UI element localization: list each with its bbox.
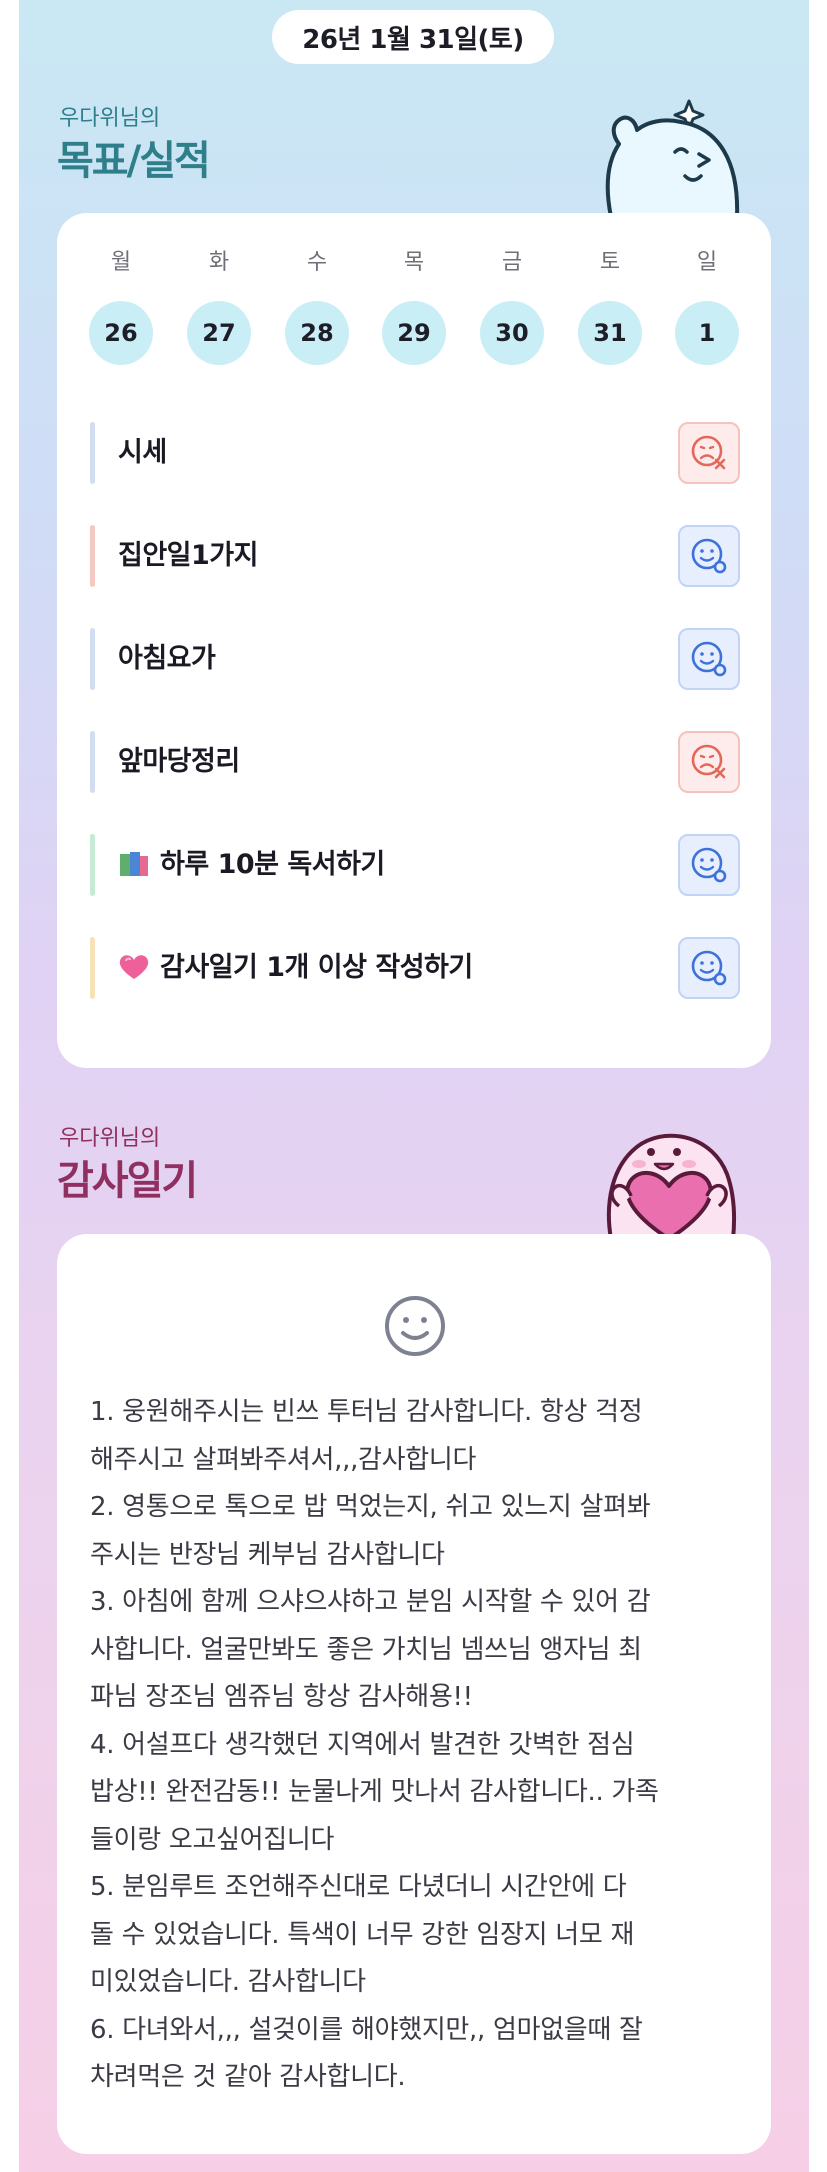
fail-status-icon[interactable] bbox=[678, 731, 740, 793]
day-thu[interactable]: 목 29 bbox=[382, 245, 446, 365]
day-date: 30 bbox=[480, 301, 544, 365]
day-mon[interactable]: 월 26 bbox=[89, 245, 153, 365]
day-label: 목 bbox=[403, 250, 425, 275]
day-date: 29 bbox=[382, 301, 446, 365]
diary-line: 차려먹은 것 같아 감사합니다. bbox=[90, 2062, 406, 2092]
success-status-icon[interactable] bbox=[678, 628, 740, 690]
success-status-icon[interactable] bbox=[678, 525, 740, 587]
goal-label-wrap: 감사일기 1개 이상 작성하기 bbox=[118, 937, 473, 999]
diary-line: 해주시고 살펴봐주셔서,,,감사합니다 bbox=[90, 1444, 477, 1475]
goal-accent-bar bbox=[90, 937, 95, 999]
mascot-heart-icon bbox=[606, 1133, 737, 1239]
goals-title: 목표/실적 bbox=[57, 138, 211, 184]
goal-row[interactable]: 하루 10분 독서하기 bbox=[90, 834, 740, 896]
day-date: 31 bbox=[578, 301, 642, 365]
goal-label: 감사일기 1개 이상 작성하기 bbox=[160, 952, 473, 983]
diary-line: 주시는 반장님 케부님 감사합니다 bbox=[90, 1539, 445, 1570]
day-fri[interactable]: 금 30 bbox=[480, 245, 544, 365]
goal-label: 하루 10분 독서하기 bbox=[160, 849, 385, 880]
day-tue[interactable]: 화 27 bbox=[187, 245, 251, 365]
gratitude-diary-card: 1. 웅원해주시는 빈쓰 투터님 감사합니다. 항상 걱정 해주시고 살펴봐주셔… bbox=[57, 1234, 771, 2154]
day-label: 화 bbox=[208, 250, 230, 275]
goal-accent-bar bbox=[90, 834, 95, 896]
heart-icon bbox=[119, 954, 149, 979]
day-date: 28 bbox=[285, 301, 349, 365]
goal-label: 시세 bbox=[118, 437, 167, 468]
day-sat[interactable]: 토 31 bbox=[578, 245, 642, 365]
day-date: 26 bbox=[89, 301, 153, 365]
goal-label: 집안일1가지 bbox=[118, 540, 259, 571]
diary-line: 2. 영통으로 톡으로 밥 먹었는지, 쉬고 있느지 살펴봐 bbox=[90, 1492, 651, 1522]
week-calendar: 월 26 화 27 수 28 목 29 금 30 토 31 일 1 bbox=[57, 245, 771, 365]
diary-text: 1. 웅원해주시는 빈쓰 투터님 감사합니다. 항상 걱정 해주시고 살펴봐주셔… bbox=[90, 1389, 745, 2102]
date-header[interactable]: 26년 1월 31일(토) bbox=[272, 10, 554, 64]
diary-line: 5. 분임루트 조언해주신대로 다녔더니 시간안에 다 bbox=[90, 1872, 627, 1902]
day-date: 27 bbox=[187, 301, 251, 365]
diary-line: 3. 아침에 함께 으샤으샤하고 분임 시작할 수 있어 감 bbox=[90, 1587, 651, 1617]
goal-label-wrap: 하루 10분 독서하기 bbox=[118, 834, 385, 896]
diary-line: 밥상!! 완전감동!! 눈물나게 맛나서 감사합니다.. 가족 bbox=[90, 1777, 659, 1807]
diary-line: 돌 수 있었습니다. 특색이 너무 강한 임장지 너모 재 bbox=[90, 1919, 635, 1950]
goal-accent-bar bbox=[90, 422, 95, 484]
goal-label: 앞마당정리 bbox=[118, 746, 240, 777]
goal-row[interactable]: 집안일1가지 bbox=[90, 525, 740, 587]
goal-accent-bar bbox=[90, 628, 95, 690]
goal-accent-bar bbox=[90, 525, 95, 587]
goal-row[interactable]: 앞마당정리 bbox=[90, 731, 740, 793]
diary-line: 파님 장조님 엠쥬님 항상 감사해용!! bbox=[90, 1682, 473, 1712]
goal-row[interactable]: 감사일기 1개 이상 작성하기 bbox=[90, 937, 740, 999]
goal-row[interactable]: 아침요가 bbox=[90, 628, 740, 690]
diary-line: 사합니다. 얼굴만봐도 좋은 가치님 넴쓰님 앵자님 최 bbox=[90, 1634, 642, 1665]
goals-card: 월 26 화 27 수 28 목 29 금 30 토 31 일 1 시세 집안일… bbox=[57, 213, 771, 1068]
app-page: 26년 1월 31일(토) 우다위님의 목표/실적 월 26 화 27 수 28 bbox=[19, 0, 809, 2172]
day-sun[interactable]: 일 1 bbox=[675, 245, 739, 365]
date-text: 26년 1월 31일(토) bbox=[302, 24, 524, 55]
goal-label: 아침요가 bbox=[118, 643, 216, 674]
books-icon bbox=[120, 851, 148, 876]
success-status-icon[interactable] bbox=[678, 937, 740, 999]
fail-status-icon[interactable] bbox=[678, 422, 740, 484]
day-label: 월 bbox=[110, 250, 132, 275]
day-wed[interactable]: 수 28 bbox=[285, 245, 349, 365]
goal-row[interactable]: 시세 bbox=[90, 422, 740, 484]
diary-line: 미있었습니다. 감사합니다 bbox=[90, 1967, 366, 1997]
gratitude-title: 감사일기 bbox=[57, 1158, 198, 1204]
diary-line: 1. 웅원해주시는 빈쓰 투터님 감사합니다. 항상 걱정 bbox=[90, 1397, 643, 1427]
diary-line: 6. 다녀와서,,, 설겆이를 해야했지만,, 엄마없을때 잘 bbox=[90, 2014, 643, 2045]
goal-accent-bar bbox=[90, 731, 95, 793]
smiley-icon bbox=[385, 1296, 445, 1356]
diary-line: 4. 어설프다 생각했던 지역에서 발견한 갓벽한 점심 bbox=[90, 1729, 635, 1760]
day-label: 수 bbox=[306, 250, 328, 275]
success-status-icon[interactable] bbox=[678, 834, 740, 896]
day-label: 토 bbox=[599, 250, 621, 275]
day-date: 1 bbox=[675, 301, 739, 365]
diary-line: 들이랑 오고싶어집니다 bbox=[90, 1824, 335, 1855]
day-label: 금 bbox=[501, 250, 523, 275]
mascot-ghost-icon bbox=[605, 99, 740, 217]
day-label: 일 bbox=[696, 250, 718, 275]
